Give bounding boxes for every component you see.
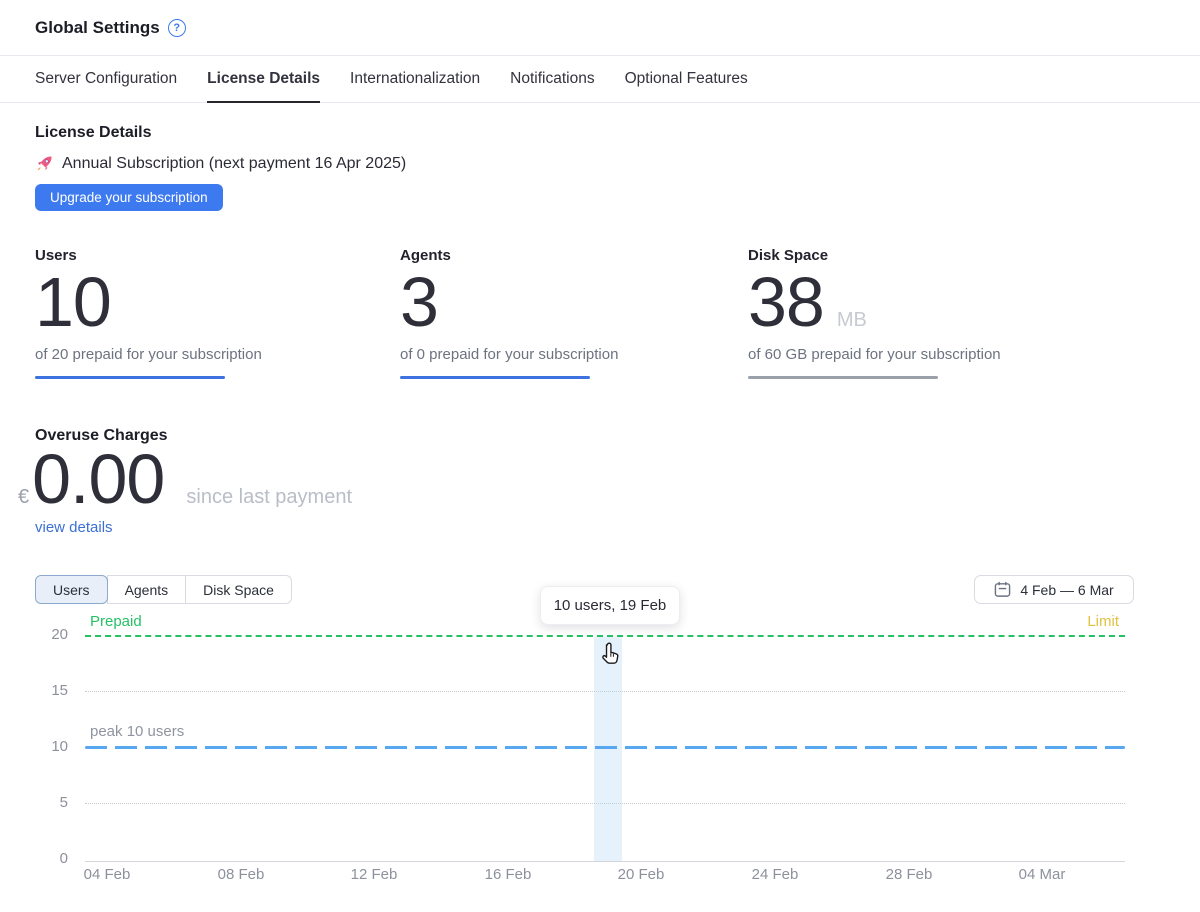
y-tick-20: 20 [34, 626, 68, 643]
stat-agents-caption: of 0 prepaid for your subscription [400, 346, 748, 363]
overuse-amount: 0.00 [32, 443, 164, 517]
calendar-icon [994, 581, 1011, 598]
stat-disk-bar [748, 376, 938, 379]
y-tick-15: 15 [34, 682, 68, 699]
stat-agents: Agents 3 of 0 prepaid for your subscript… [400, 247, 748, 379]
y-tick-10: 10 [34, 738, 68, 755]
license-details-heading: License Details [35, 124, 1165, 142]
tab-server-configuration[interactable]: Server Configuration [35, 56, 177, 103]
currency-symbol: € [18, 486, 29, 509]
stat-users-label: Users [35, 247, 400, 264]
stat-users-caption: of 20 prepaid for your subscription [35, 346, 400, 363]
pointer-cursor-icon [599, 642, 621, 672]
chart-tooltip: 10 users, 19 Feb [540, 586, 680, 625]
gridline-15 [85, 691, 1125, 692]
upgrade-subscription-button[interactable]: Upgrade your subscription [35, 184, 223, 211]
stat-agents-bar [400, 376, 590, 379]
stat-agents-value: 3 [400, 266, 438, 339]
page-title: Global Settings [35, 18, 160, 38]
prepaid-limit-line [85, 635, 1125, 637]
view-details-link[interactable]: view details [35, 519, 113, 536]
stat-users-bar [35, 376, 225, 379]
stat-users: Users 10 of 20 prepaid for your subscrip… [35, 247, 400, 379]
users-series-line[interactable] [85, 746, 1125, 749]
x-tick-04mar: 04 Mar [1007, 866, 1077, 883]
tab-optional-features[interactable]: Optional Features [625, 56, 748, 103]
stat-users-value: 10 [35, 266, 111, 339]
toggle-users[interactable]: Users [35, 575, 108, 604]
stat-disk-unit: MB [837, 309, 867, 332]
tab-internationalization[interactable]: Internationalization [350, 56, 480, 103]
x-tick-08feb: 08 Feb [206, 866, 276, 883]
peak-users-annotation: peak 10 users [90, 723, 184, 740]
gridline-5 [85, 803, 1125, 804]
x-tick-24feb: 24 Feb [740, 866, 810, 883]
help-icon[interactable]: ? [168, 19, 186, 37]
usage-chart-section: Users Agents Disk Space 4 Feb — 6 Mar 10… [0, 563, 1200, 912]
x-tick-28feb: 28 Feb [874, 866, 944, 883]
stat-disk-label: Disk Space [748, 247, 1165, 264]
tabs-row: Server Configuration License Details Int… [0, 56, 1200, 103]
page-header: Global Settings ? [0, 0, 1200, 56]
stat-agents-label: Agents [400, 247, 748, 264]
tab-notifications[interactable]: Notifications [510, 56, 594, 103]
stat-disk-space: Disk Space 38 MB of 60 GB prepaid for yo… [748, 247, 1165, 379]
stat-disk-value: 38 [748, 266, 824, 339]
x-tick-16feb: 16 Feb [473, 866, 543, 883]
toggle-disk-space[interactable]: Disk Space [185, 575, 292, 604]
toggle-agents[interactable]: Agents [107, 575, 187, 604]
y-tick-5: 5 [34, 794, 68, 811]
date-range-label: 4 Feb — 6 Mar [1020, 582, 1113, 598]
overuse-note: since last payment [186, 486, 352, 509]
tab-license-details[interactable]: License Details [207, 56, 320, 103]
y-tick-0: 0 [34, 850, 68, 867]
limit-annotation: Limit [1087, 613, 1119, 630]
x-tick-20feb: 20 Feb [606, 866, 676, 883]
x-axis-line [85, 861, 1125, 862]
rocket-icon [35, 154, 54, 173]
stat-disk-caption: of 60 GB prepaid for your subscription [748, 346, 1165, 363]
prepaid-annotation: Prepaid [90, 613, 142, 630]
chart-metric-toggle-group: Users Agents Disk Space [35, 575, 292, 604]
x-tick-12feb: 12 Feb [339, 866, 409, 883]
overuse-amount-row: € 0.00 since last payment [18, 443, 1165, 517]
date-range-picker[interactable]: 4 Feb — 6 Mar [974, 575, 1134, 604]
subscription-text: Annual Subscription (next payment 16 Apr… [62, 155, 406, 173]
stats-row: Users 10 of 20 prepaid for your subscrip… [35, 247, 1165, 379]
subscription-line: Annual Subscription (next payment 16 Apr… [35, 154, 1165, 173]
x-tick-04feb: 04 Feb [72, 866, 142, 883]
